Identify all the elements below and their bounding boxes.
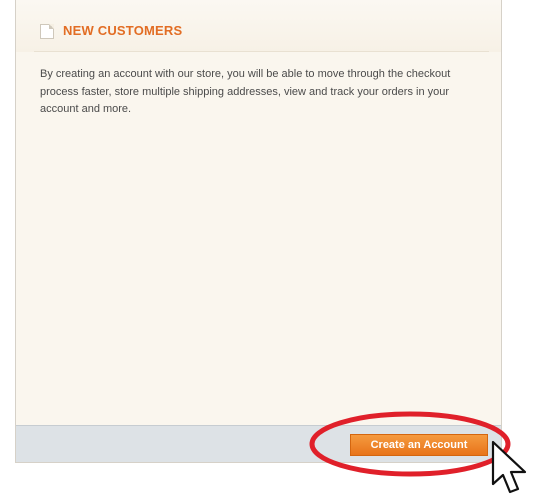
create-account-button[interactable]: Create an Account	[350, 434, 488, 456]
document-icon	[40, 24, 54, 39]
header-divider	[34, 51, 489, 52]
panel-description: By creating an account with our store, y…	[40, 68, 451, 115]
panel-title: NEW CUSTOMERS	[63, 23, 183, 38]
